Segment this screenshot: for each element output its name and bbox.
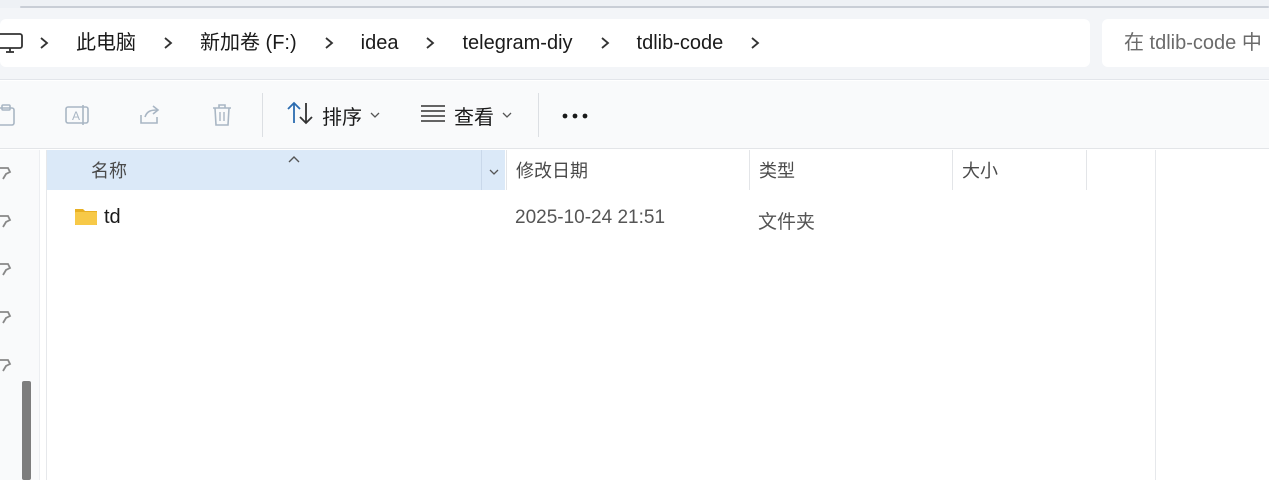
search-box[interactable] [1102,19,1269,67]
chevron-right-icon[interactable] [311,28,347,58]
file-name: td [104,206,121,228]
paste-icon[interactable] [0,99,22,131]
column-filter-dropdown[interactable] [481,150,505,190]
pin-icon[interactable] [0,310,12,324]
chevron-right-icon[interactable] [26,28,62,58]
computer-icon[interactable] [0,28,26,58]
pin-icon[interactable] [0,214,12,228]
breadcrumb-item-tdlib-code[interactable]: tdlib-code [623,28,738,58]
chevron-down-icon [489,160,499,181]
column-header-date[interactable]: 修改日期 [506,150,749,190]
breadcrumb-item-telegram-diy[interactable]: telegram-diy [448,28,586,58]
sort-label: 排序 [322,106,362,129]
file-row[interactable]: td 2025-10-24 21:51 文件夹 [47,198,1087,238]
breadcrumb-item-volume[interactable]: 新加卷 (F:) [186,28,311,58]
view-label: 查看 [454,106,494,129]
file-date: 2025-10-24 21:51 [515,207,666,228]
navigation-pane [0,150,40,480]
share-icon[interactable] [134,99,166,131]
chevron-right-icon[interactable] [412,28,448,58]
sort-button[interactable]: 排序 [286,95,380,135]
search-input[interactable] [1102,19,1269,67]
column-header-type[interactable]: 类型 [749,150,952,190]
column-header-size[interactable]: 大小 [952,150,1087,190]
window-top-edge [0,0,1269,8]
file-list: 名称 修改日期 类型 大小 td 2025-10-24 21:51 文件夹 [46,150,1156,480]
chevron-right-icon[interactable] [587,28,623,58]
breadcrumb-item-idea[interactable]: idea [347,28,413,58]
pin-icon[interactable] [0,262,12,276]
rename-icon[interactable]: A [62,99,94,131]
file-type: 文件夹 [758,212,816,233]
toolbar-divider [262,93,263,137]
pin-icon[interactable] [0,358,12,372]
column-header-name-label: 名称 [91,161,127,181]
svg-text:A: A [72,109,80,123]
view-list-icon [420,103,446,128]
folder-icon [74,206,98,228]
column-header-type-label: 类型 [759,161,795,181]
chevron-down-icon [502,106,512,124]
sort-icon [286,100,314,131]
chevron-right-icon[interactable] [150,28,186,58]
column-header-size-label: 大小 [962,161,998,181]
more-icon [562,106,588,124]
address-bar-row: 此电脑 新加卷 (F:) idea telegram-diy tdlib-cod… [0,8,1269,80]
breadcrumb-item-this-pc[interactable]: 此电脑 [62,28,150,58]
more-options-button[interactable] [558,95,592,135]
details-pane [1157,150,1269,480]
chevron-down-icon [370,106,380,124]
column-header-row: 名称 修改日期 类型 大小 [47,150,1087,190]
delete-icon[interactable] [206,99,238,131]
command-bar: A 排序 查看 [0,81,1269,149]
column-header-name[interactable]: 名称 [47,150,505,190]
toolbar-divider [538,93,539,137]
column-header-date-label: 修改日期 [516,161,588,181]
breadcrumb[interactable]: 此电脑 新加卷 (F:) idea telegram-diy tdlib-cod… [0,19,1090,67]
nav-scrollbar-thumb[interactable] [22,381,31,480]
chevron-right-icon[interactable] [737,28,773,58]
pin-icon[interactable] [0,166,12,180]
sort-ascending-icon [287,148,301,163]
view-button[interactable]: 查看 [420,95,512,135]
